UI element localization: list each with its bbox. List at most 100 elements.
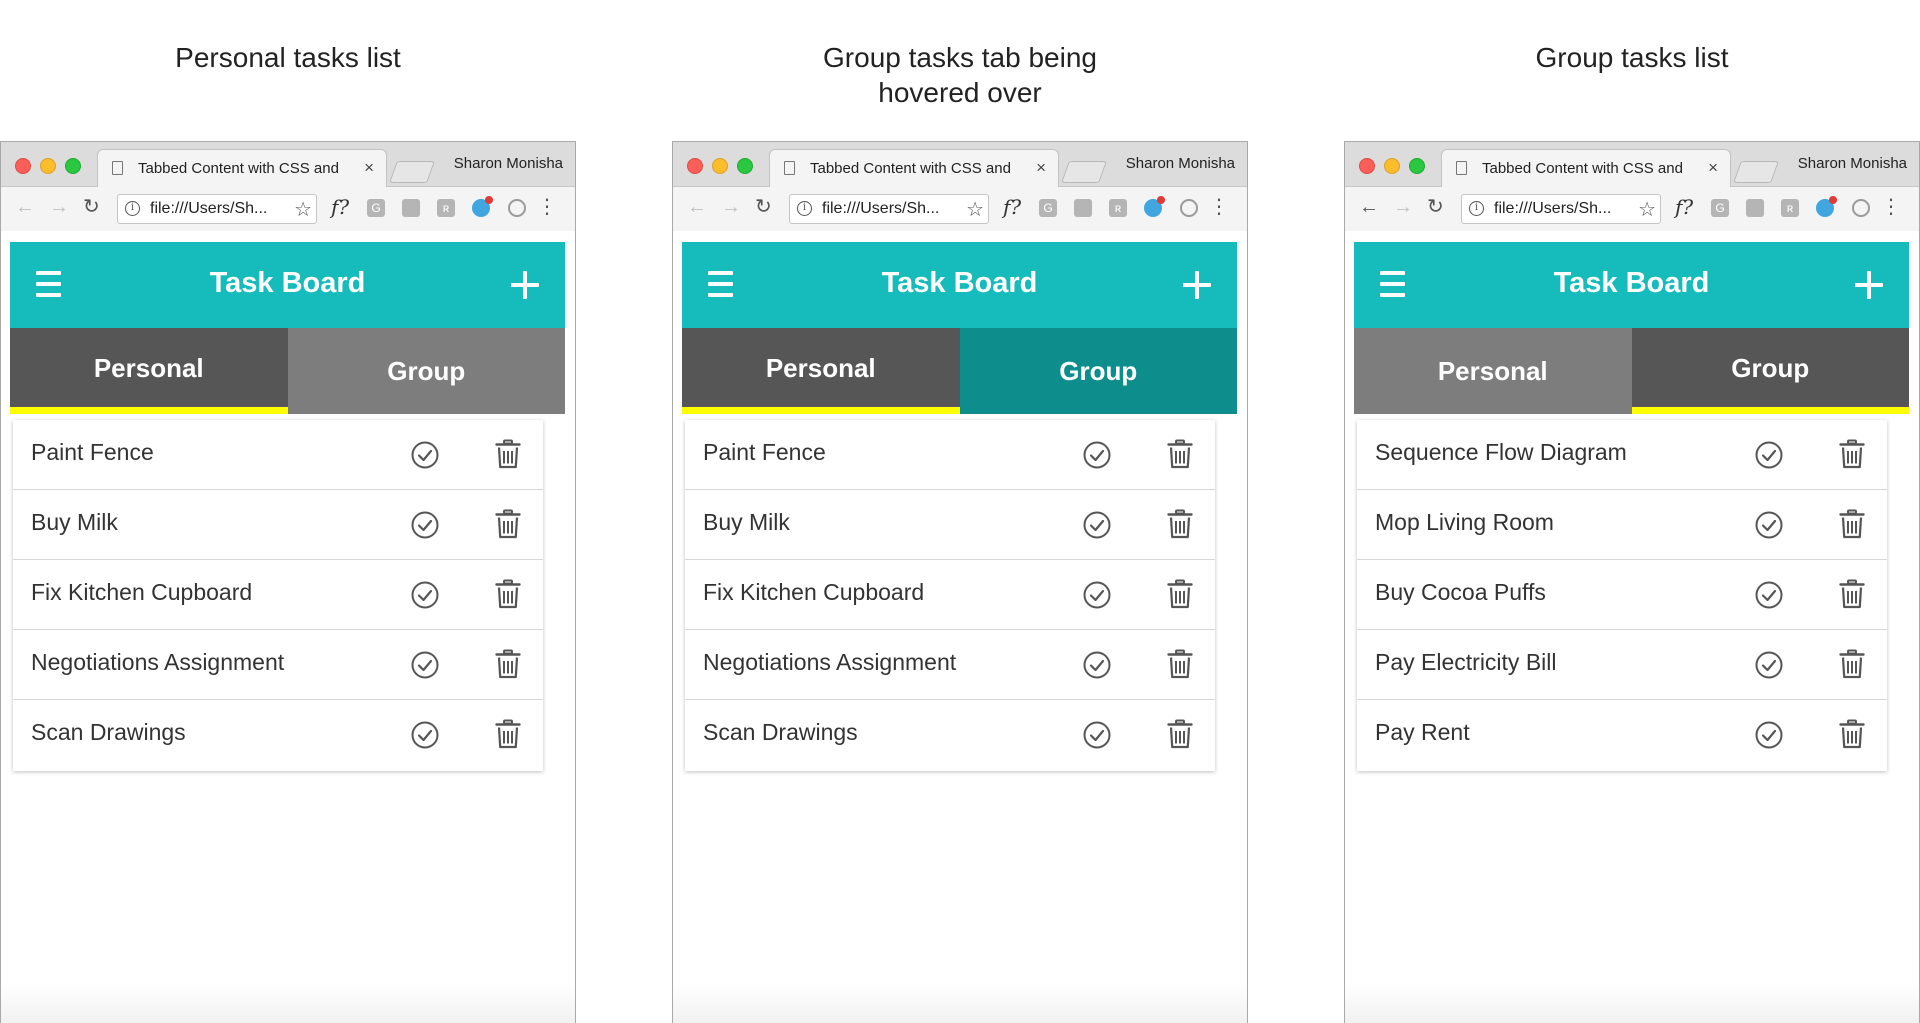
profile-name[interactable]: Sharon Monisha xyxy=(1798,155,1907,172)
trash-icon[interactable] xyxy=(1167,649,1193,679)
maximize-window-button[interactable] xyxy=(65,158,81,174)
check-circle-icon[interactable] xyxy=(1082,510,1112,540)
trash-icon[interactable] xyxy=(1167,439,1193,469)
shield-extension-icon[interactable] xyxy=(1074,199,1092,217)
trash-icon[interactable] xyxy=(1839,509,1865,539)
trash-icon[interactable] xyxy=(495,719,521,749)
site-info-icon[interactable]: i xyxy=(797,201,812,216)
trash-icon[interactable] xyxy=(1167,509,1193,539)
back-arrow-icon[interactable]: ← xyxy=(1359,197,1379,217)
close-window-button[interactable] xyxy=(1359,158,1375,174)
reload-icon[interactable]: ↻ xyxy=(1427,197,1444,217)
bookmark-star-icon[interactable]: ☆ xyxy=(1638,197,1656,222)
tab-group[interactable]: Group xyxy=(1631,328,1909,414)
check-circle-icon[interactable] xyxy=(1082,720,1112,750)
trash-icon[interactable] xyxy=(495,439,521,469)
check-circle-icon[interactable] xyxy=(410,580,440,610)
site-info-icon[interactable]: i xyxy=(125,201,140,216)
trash-icon[interactable] xyxy=(1839,579,1865,609)
check-circle-icon[interactable] xyxy=(410,650,440,680)
tab-personal[interactable]: Personal xyxy=(1354,328,1632,414)
grammar-extension-icon[interactable]: G xyxy=(367,199,385,217)
font-finder-extension-icon[interactable]: f? xyxy=(1003,195,1021,219)
add-task-icon[interactable] xyxy=(1183,271,1211,299)
minimize-window-button[interactable] xyxy=(712,158,728,174)
tab-personal[interactable]: Personal xyxy=(10,328,288,414)
tab-group[interactable]: Group xyxy=(287,328,565,414)
minimize-window-button[interactable] xyxy=(1384,158,1400,174)
url-text[interactable]: file:///Users/Sh... xyxy=(1494,200,1634,218)
bookmark-star-icon[interactable]: ☆ xyxy=(294,197,312,222)
address-bar[interactable]: i file:///Users/Sh... ☆ xyxy=(789,194,989,224)
check-circle-icon[interactable] xyxy=(1082,650,1112,680)
check-circle-icon[interactable] xyxy=(1754,650,1784,680)
close-tab-icon[interactable]: × xyxy=(364,158,374,178)
bookmark-star-icon[interactable]: ☆ xyxy=(966,197,984,222)
check-circle-icon[interactable] xyxy=(1754,440,1784,470)
site-info-icon[interactable]: i xyxy=(1469,201,1484,216)
maximize-window-button[interactable] xyxy=(1409,158,1425,174)
check-circle-icon[interactable] xyxy=(410,510,440,540)
keyboard-extension-icon[interactable]: ʀ xyxy=(1781,199,1799,217)
url-text[interactable]: file:///Users/Sh... xyxy=(150,200,290,218)
browser-tab[interactable]: Tabbed Content with CSS and × xyxy=(769,149,1059,187)
code-extension-icon[interactable] xyxy=(508,199,526,217)
back-arrow-icon[interactable]: ← xyxy=(687,197,707,217)
address-bar[interactable]: i file:///Users/Sh... ☆ xyxy=(117,194,317,224)
add-task-icon[interactable] xyxy=(511,271,539,299)
new-tab-button[interactable] xyxy=(1732,161,1780,183)
check-circle-icon[interactable] xyxy=(410,720,440,750)
check-circle-icon[interactable] xyxy=(1082,440,1112,470)
trash-icon[interactable] xyxy=(495,509,521,539)
add-task-icon[interactable] xyxy=(1855,271,1883,299)
check-circle-icon[interactable] xyxy=(1082,580,1112,610)
reload-icon[interactable]: ↻ xyxy=(755,197,772,217)
grammar-extension-icon[interactable]: G xyxy=(1039,199,1057,217)
trash-icon[interactable] xyxy=(1839,649,1865,679)
code-extension-icon[interactable] xyxy=(1180,199,1198,217)
browser-menu-icon[interactable]: ⋮ xyxy=(1209,196,1229,218)
maximize-window-button[interactable] xyxy=(737,158,753,174)
sync-extension-icon[interactable] xyxy=(1816,196,1837,217)
address-bar[interactable]: i file:///Users/Sh... ☆ xyxy=(1461,194,1661,224)
profile-name[interactable]: Sharon Monisha xyxy=(454,155,563,172)
close-tab-icon[interactable]: × xyxy=(1708,158,1718,178)
check-circle-icon[interactable] xyxy=(1754,580,1784,610)
trash-icon[interactable] xyxy=(1167,579,1193,609)
shield-extension-icon[interactable] xyxy=(402,199,420,217)
shield-extension-icon[interactable] xyxy=(1746,199,1764,217)
keyboard-extension-icon[interactable]: ʀ xyxy=(437,199,455,217)
reload-icon[interactable]: ↻ xyxy=(83,197,100,217)
check-circle-icon[interactable] xyxy=(1754,510,1784,540)
browser-tab[interactable]: Tabbed Content with CSS and × xyxy=(1441,149,1731,187)
new-tab-button[interactable] xyxy=(388,161,436,183)
trash-icon[interactable] xyxy=(1839,439,1865,469)
forward-arrow-icon[interactable]: → xyxy=(721,197,741,217)
check-circle-icon[interactable] xyxy=(1754,720,1784,750)
trash-icon[interactable] xyxy=(495,579,521,609)
close-tab-icon[interactable]: × xyxy=(1036,158,1046,178)
tab-group[interactable]: Group xyxy=(959,328,1237,414)
new-tab-button[interactable] xyxy=(1060,161,1108,183)
back-arrow-icon[interactable]: ← xyxy=(15,197,35,217)
code-extension-icon[interactable] xyxy=(1852,199,1870,217)
font-finder-extension-icon[interactable]: f? xyxy=(1675,195,1693,219)
browser-menu-icon[interactable]: ⋮ xyxy=(1881,196,1901,218)
close-window-button[interactable] xyxy=(15,158,31,174)
tab-personal[interactable]: Personal xyxy=(682,328,960,414)
trash-icon[interactable] xyxy=(1839,719,1865,749)
sync-extension-icon[interactable] xyxy=(472,196,493,217)
forward-arrow-icon[interactable]: → xyxy=(1393,197,1413,217)
font-finder-extension-icon[interactable]: f? xyxy=(331,195,349,219)
profile-name[interactable]: Sharon Monisha xyxy=(1126,155,1235,172)
minimize-window-button[interactable] xyxy=(40,158,56,174)
sync-extension-icon[interactable] xyxy=(1144,196,1165,217)
close-window-button[interactable] xyxy=(687,158,703,174)
url-text[interactable]: file:///Users/Sh... xyxy=(822,200,962,218)
trash-icon[interactable] xyxy=(1167,719,1193,749)
trash-icon[interactable] xyxy=(495,649,521,679)
keyboard-extension-icon[interactable]: ʀ xyxy=(1109,199,1127,217)
check-circle-icon[interactable] xyxy=(410,440,440,470)
browser-tab[interactable]: Tabbed Content with CSS and × xyxy=(97,149,387,187)
grammar-extension-icon[interactable]: G xyxy=(1711,199,1729,217)
